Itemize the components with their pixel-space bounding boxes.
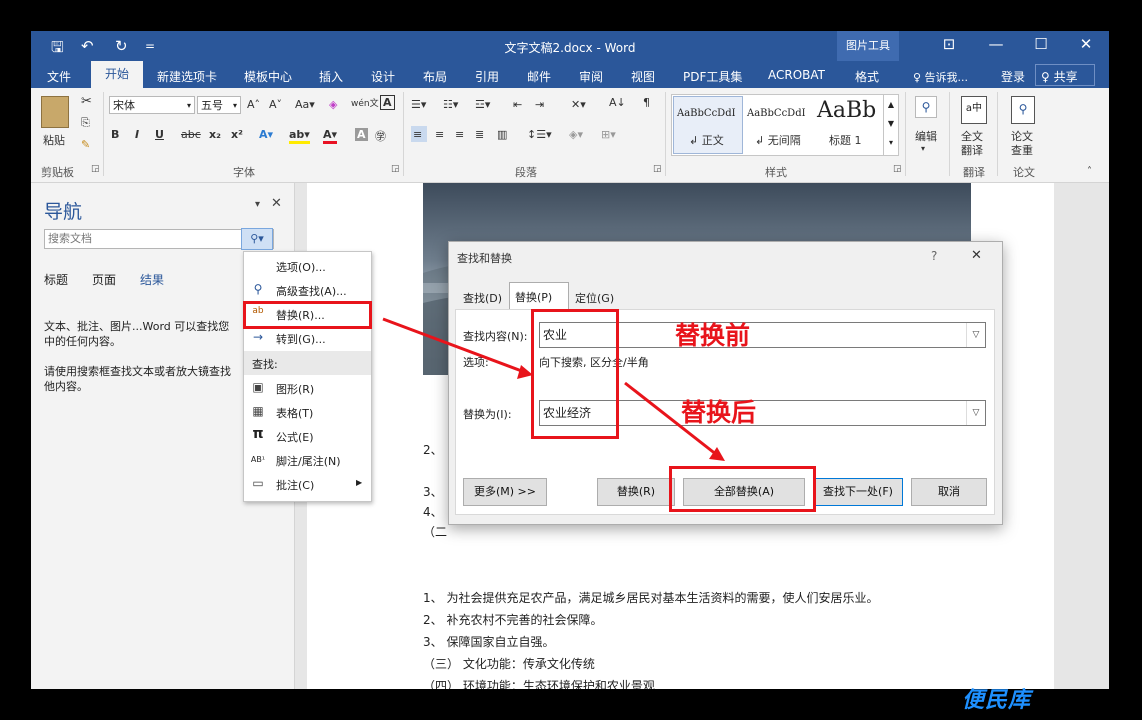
arrow-head-inputs (517, 365, 533, 379)
word-window: 🖫 ↶ ↻ = 文字文稿2.docx - Word 图片工具 ⊡ — ☐ ✕ 文… (31, 31, 1109, 689)
arrow-to-replace-all (624, 381, 718, 457)
watermark-logo: 便民库 (962, 688, 1032, 713)
arrow-to-inputs (382, 317, 528, 375)
annotation-arrows (382, 317, 725, 461)
